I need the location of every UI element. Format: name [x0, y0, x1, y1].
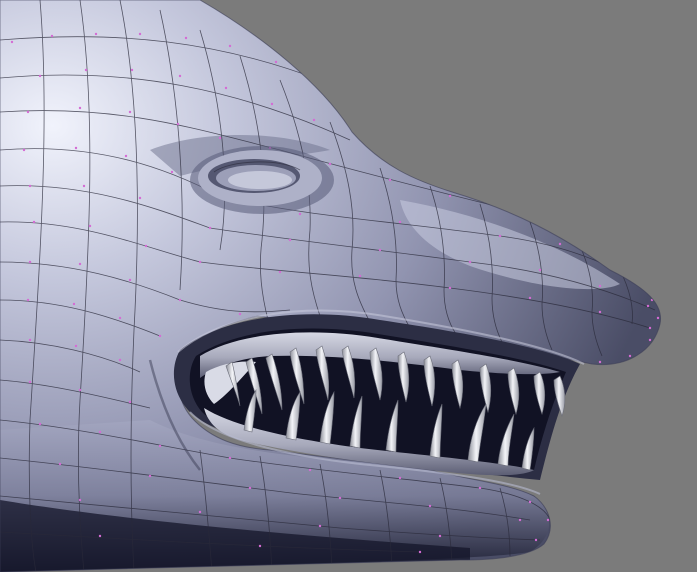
viewport-canvas[interactable]	[0, 0, 697, 572]
3d-viewport[interactable]	[0, 0, 697, 572]
shark-eye	[190, 146, 334, 214]
